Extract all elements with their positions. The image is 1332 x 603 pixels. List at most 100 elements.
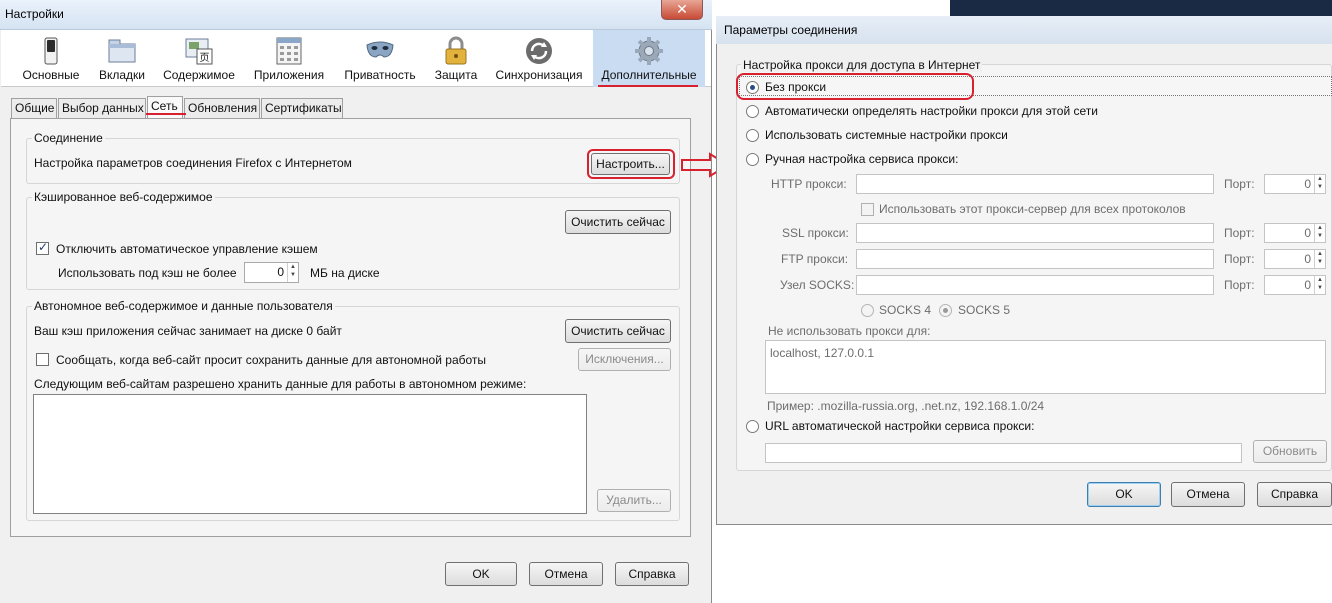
offline-remove-label: Удалить... [606, 493, 662, 507]
connection-dialog-titlebar: Параметры соединения [716, 16, 1332, 44]
socks-port-label: Порт: [1224, 278, 1255, 292]
socks4-radio[interactable] [861, 304, 874, 317]
ssl-port-stepper[interactable]: 0 ▲ ▼ [1264, 223, 1326, 243]
offline-remove-button[interactable]: Удалить... [597, 489, 671, 512]
clear-cache-label: Очистить сейчас [571, 215, 665, 229]
socks-port-stepper[interactable]: 0 ▲ ▼ [1264, 275, 1326, 295]
background-desktop-strip [950, 0, 1332, 16]
same-proxy-label: Использовать этот прокси-сервер для всех… [879, 202, 1186, 216]
pane-label: Защита [434, 68, 478, 82]
content-icon: 页 [185, 38, 213, 65]
no-proxy-for-textarea[interactable]: localhost, 127.0.0.1 [765, 340, 1326, 394]
pac-url-input[interactable] [765, 443, 1242, 463]
close-button[interactable]: ✕ [661, 0, 703, 20]
system-proxy-radio[interactable] [746, 129, 759, 142]
http-port-value: 0 [1304, 177, 1311, 191]
offline-exceptions-button[interactable]: Исключения... [578, 348, 671, 371]
ftp-port-label: Порт: [1224, 252, 1255, 266]
pac-url-label: URL автоматической настройки сервиса про… [765, 419, 1035, 433]
lock-icon [445, 36, 467, 65]
http-proxy-input[interactable] [856, 174, 1214, 194]
reload-pac-button[interactable]: Обновить [1253, 440, 1327, 463]
proxy-group-title: Настройка прокси для доступа в Интернет [741, 58, 983, 72]
ftp-proxy-label: FTP прокси: [781, 252, 849, 266]
socks5-label: SOCKS 5 [958, 303, 1011, 317]
tab-update[interactable]: Обновления [184, 98, 260, 118]
socks-port-value: 0 [1304, 278, 1311, 292]
ssl-port-value: 0 [1304, 226, 1311, 240]
pane-advanced[interactable]: Дополнительные [593, 30, 705, 87]
pane-applications[interactable]: Приложения [247, 30, 331, 87]
socks5-radio[interactable] [939, 304, 952, 317]
same-proxy-checkbox[interactable] [861, 203, 874, 216]
offline-group-title: Автономное веб-содержимое и данные польз… [32, 299, 335, 313]
tab-general[interactable]: Общие [11, 98, 57, 118]
cache-limit-value: 0 [277, 265, 284, 279]
tab-data-choices[interactable]: Выбор данных [58, 98, 146, 118]
connection-group-title: Соединение [32, 131, 105, 145]
close-icon: ✕ [676, 1, 688, 17]
offline-sites-list[interactable] [33, 394, 587, 514]
socks-host-input[interactable] [856, 275, 1214, 295]
manual-proxy-radio[interactable] [746, 153, 759, 166]
cache-limit-unit: МБ на диске [310, 266, 380, 280]
pane-label: Дополнительные [601, 68, 697, 82]
offline-usage-text: Ваш кэш приложения сейчас занимает на ди… [34, 324, 342, 338]
window-title: Настройки [5, 7, 64, 21]
pane-general[interactable]: Основные [11, 30, 91, 87]
stepper-arrows-icon[interactable]: ▲ ▼ [287, 263, 298, 282]
clear-offline-label: Очистить сейчас [571, 324, 665, 338]
pane-security[interactable]: Защита [429, 30, 483, 87]
annotation-underline-network-tab [146, 113, 186, 115]
reload-pac-label: Обновить [1262, 444, 1318, 458]
ok-button[interactable]: OK [445, 562, 517, 586]
tab-certificates[interactable]: Сертификаты [261, 98, 343, 118]
pane-tabs[interactable]: Вкладки [93, 30, 151, 87]
offline-notify-label: Сообщать, когда веб-сайт просит сохранит… [56, 353, 487, 367]
connection-description: Настройка параметров соединения Firefox … [34, 156, 352, 170]
ssl-proxy-input[interactable] [856, 223, 1214, 243]
dialog-cancel-button[interactable]: Отмена [1171, 482, 1245, 507]
cancel-button[interactable]: Отмена [529, 562, 603, 586]
dialog-help-label: Справка [1270, 487, 1319, 501]
pac-url-radio[interactable] [746, 420, 759, 433]
tabs-icon [108, 39, 136, 63]
offline-notify-checkbox[interactable] [36, 353, 49, 366]
clear-offline-button[interactable]: Очистить сейчас [565, 319, 671, 343]
ftp-proxy-input[interactable] [856, 249, 1214, 269]
pane-privacy[interactable]: Приватность [339, 30, 421, 87]
help-label: Справка [628, 567, 676, 581]
override-cache-checkbox[interactable] [36, 240, 49, 255]
dialog-ok-button[interactable]: OK [1087, 482, 1161, 507]
no-proxy-for-label: Не использовать прокси для: [768, 324, 931, 338]
no-proxy-example: Пример: .mozilla-russia.org, .net.nz, 19… [767, 399, 1045, 413]
annotation-oval-no-proxy [736, 73, 974, 100]
stepper-arrows-icon[interactable]: ▲ ▼ [1314, 175, 1325, 193]
svg-text:页: 页 [200, 52, 210, 64]
cache-group-title: Кэшированное веб-содержимое [32, 190, 215, 204]
system-proxy-label: Использовать системные настройки прокси [765, 128, 1008, 142]
auto-detect-label: Автоматически определять настройки прокс… [765, 104, 1098, 118]
dialog-ok-label: OK [1115, 487, 1133, 501]
pane-label: Основные [22, 68, 80, 82]
override-cache-label: Отключить автоматическое управление кэше… [56, 242, 318, 256]
http-port-stepper[interactable]: 0 ▲ ▼ [1264, 174, 1326, 194]
ssl-proxy-label: SSL прокси: [782, 226, 849, 240]
switch-icon [44, 37, 58, 65]
ok-label: OK [472, 567, 490, 581]
pane-label: Содержимое [163, 68, 235, 82]
dialog-help-button[interactable]: Справка [1257, 482, 1332, 507]
cache-limit-stepper[interactable]: 0 ▲ ▼ [244, 262, 299, 283]
stepper-arrows-icon[interactable]: ▲ ▼ [1314, 250, 1325, 268]
help-button[interactable]: Справка [615, 562, 689, 586]
stepper-arrows-icon[interactable]: ▲ ▼ [1314, 276, 1325, 294]
ftp-port-stepper[interactable]: 0 ▲ ▼ [1264, 249, 1326, 269]
pane-sync[interactable]: Синхронизация [491, 30, 587, 87]
clear-cache-button[interactable]: Очистить сейчас [565, 210, 671, 234]
cancel-label: Отмена [544, 567, 588, 581]
stepper-arrows-icon[interactable]: ▲ ▼ [1314, 224, 1325, 242]
annotation-underline-advanced [598, 85, 698, 87]
auto-detect-radio[interactable] [746, 105, 759, 118]
http-proxy-label: HTTP прокси: [771, 177, 847, 191]
pane-content[interactable]: 页 Содержимое [157, 30, 241, 87]
